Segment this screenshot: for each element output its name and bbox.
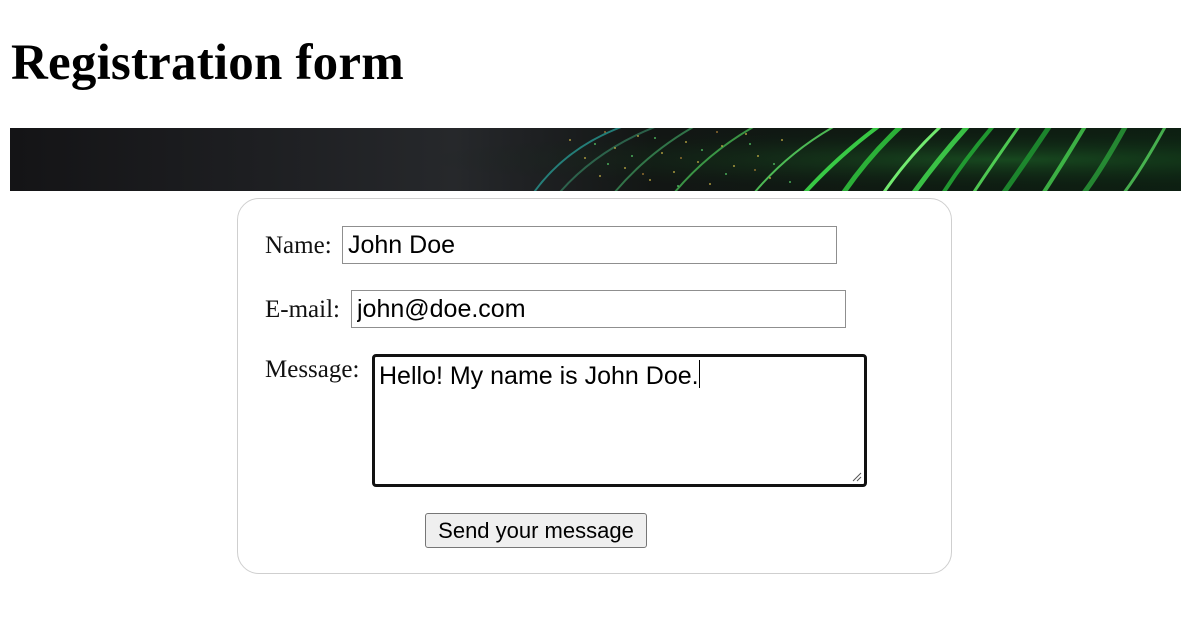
page: Registration form Name: John Doe E-mail:… bbox=[0, 0, 1193, 640]
send-message-button[interactable]: Send your message bbox=[425, 513, 647, 548]
email-label: E-mail: bbox=[265, 296, 340, 323]
message-text: Hello! My name is John Doe. bbox=[379, 362, 699, 390]
banner-image bbox=[10, 128, 1181, 191]
name-input[interactable] bbox=[342, 226, 837, 264]
message-label: Message: bbox=[265, 356, 360, 383]
email-input[interactable] bbox=[351, 290, 846, 328]
message-textarea[interactable]: Hello! My name is John Doe. bbox=[372, 354, 867, 487]
name-label: Name: bbox=[265, 232, 332, 259]
page-title: Registration form bbox=[11, 35, 404, 91]
text-caret bbox=[698, 360, 700, 388]
resize-handle-icon[interactable] bbox=[850, 470, 862, 482]
